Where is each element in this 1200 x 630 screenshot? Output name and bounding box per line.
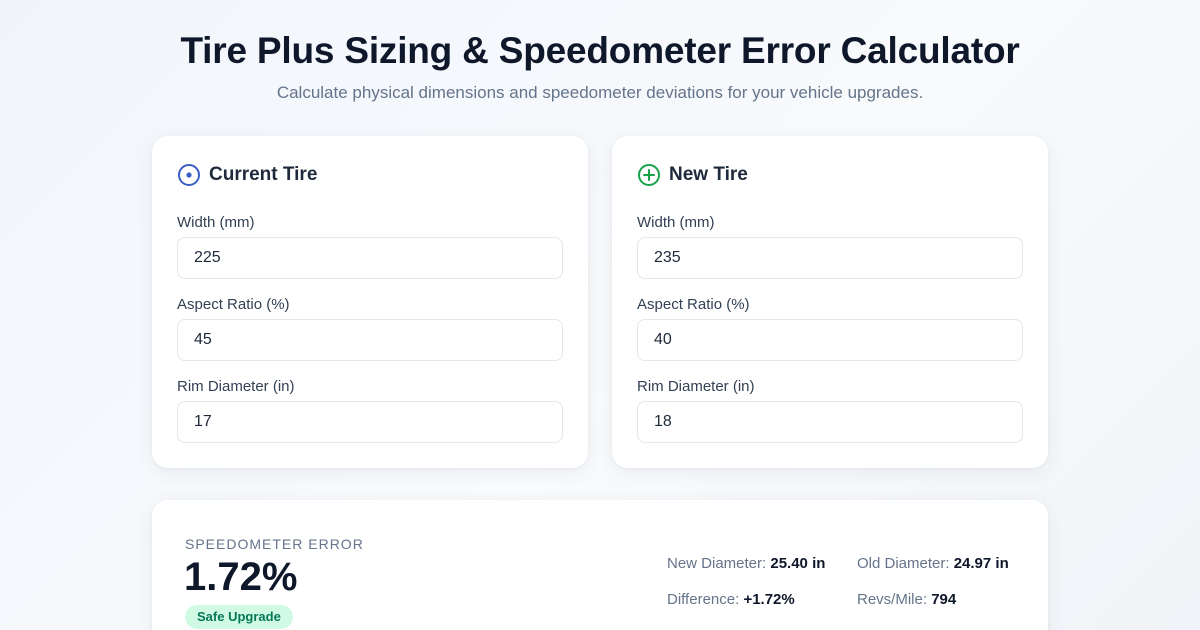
- calculator-page: Tire Plus Sizing & Speedometer Error Cal…: [0, 0, 1200, 630]
- current-width-label: Width (mm): [177, 214, 255, 231]
- new-width-label: Width (mm): [637, 214, 715, 231]
- current-aspect-input[interactable]: 45: [177, 319, 563, 361]
- new-width-input[interactable]: 235: [637, 237, 1023, 279]
- status-badge: Safe Upgrade: [185, 605, 293, 629]
- new-tire-header: New Tire: [637, 163, 748, 187]
- speedometer-error-value: 1.72%: [184, 555, 298, 599]
- new-diameter-stat: New Diameter: 25.40 in: [667, 555, 825, 572]
- revs-per-mile-value: 794: [931, 591, 957, 608]
- new-aspect-input[interactable]: 40: [637, 319, 1023, 361]
- current-aspect-label: Aspect Ratio (%): [177, 296, 290, 313]
- old-diameter-value: 24.97 in: [953, 555, 1009, 572]
- current-rim-label: Rim Diameter (in): [177, 378, 295, 395]
- old-diameter-label: Old Diameter:: [857, 555, 954, 572]
- difference-stat: Difference: +1.72%: [667, 591, 795, 608]
- revs-per-mile-stat: Revs/Mile: 794: [857, 591, 956, 608]
- new-diameter-label: New Diameter:: [667, 555, 771, 572]
- new-diameter-value: 25.40 in: [770, 555, 826, 572]
- page-title: Tire Plus Sizing & Speedometer Error Cal…: [180, 30, 1020, 71]
- current-rim-input[interactable]: 17: [177, 401, 563, 443]
- current-tire-title: Current Tire: [209, 164, 318, 185]
- results-card: Speedometer Error 1.72% Safe Upgrade New…: [152, 500, 1048, 630]
- plus-circle-icon: [637, 163, 661, 187]
- page-subtitle: Calculate physical dimensions and speedo…: [276, 83, 924, 102]
- difference-label: Difference:: [667, 591, 744, 608]
- new-rim-label: Rim Diameter (in): [637, 378, 755, 395]
- target-circle-icon: [177, 163, 201, 187]
- difference-value: +1.72%: [743, 591, 795, 608]
- new-rim-input[interactable]: 18: [637, 401, 1023, 443]
- speedometer-error-label: Speedometer Error: [185, 536, 364, 552]
- new-aspect-label: Aspect Ratio (%): [637, 296, 750, 313]
- revs-per-mile-label: Revs/Mile:: [857, 591, 932, 608]
- new-tire-title: New Tire: [669, 164, 748, 185]
- current-tire-header: Current Tire: [177, 163, 317, 187]
- new-tire-card: New Tire Width (mm) 235 Aspect Ratio (%)…: [612, 136, 1048, 468]
- current-tire-card: Current Tire Width (mm) 225 Aspect Ratio…: [152, 136, 588, 468]
- current-width-input[interactable]: 225: [177, 237, 563, 279]
- old-diameter-stat: Old Diameter: 24.97 in: [857, 555, 1009, 572]
